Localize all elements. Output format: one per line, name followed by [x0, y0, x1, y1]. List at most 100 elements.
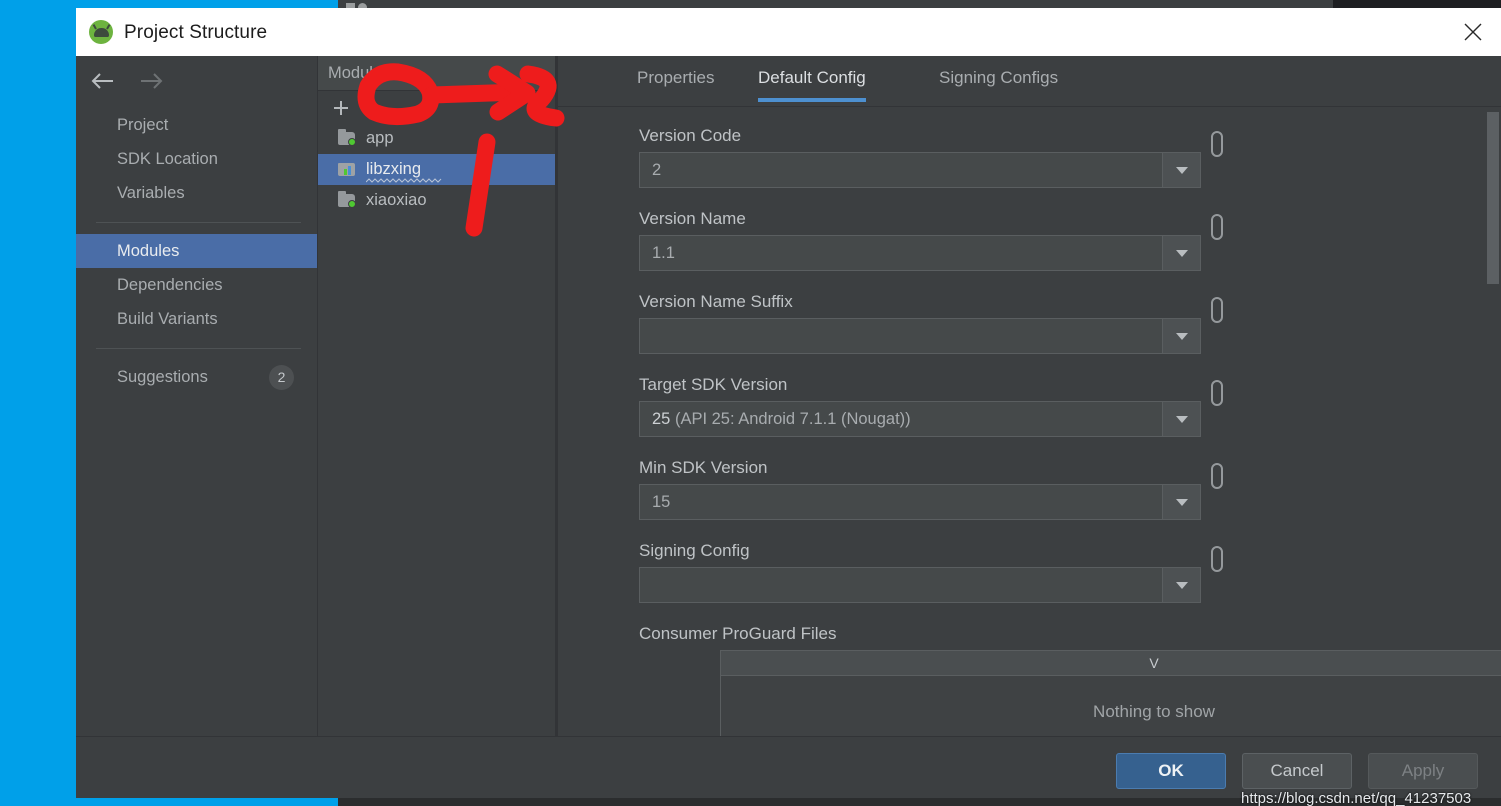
version-name-suffix-combo[interactable] [639, 318, 1201, 354]
watermark-url: https://blog.csdn.net/qq_41237503 [1241, 790, 1472, 806]
field-label: Min SDK Version [639, 458, 768, 477]
suggestions-badge: 2 [269, 364, 294, 390]
list-item[interactable]: app [318, 123, 555, 154]
field-label: Version Name Suffix [639, 292, 793, 311]
field-value-highlight: 25 [652, 409, 671, 428]
min-sdk-combo[interactable]: 15 [639, 484, 1201, 520]
sidebar-item-suggestions[interactable]: Suggestions 2 [76, 360, 318, 394]
variable-braces-icon[interactable] [1211, 463, 1223, 489]
sidebar-item-label: Suggestions [117, 367, 208, 386]
proguard-files-table-wrap: V Nothing to show [720, 650, 1501, 736]
sidebar-item-label: Project [117, 115, 169, 134]
variable-braces-icon[interactable] [1211, 131, 1223, 157]
sidebar-item-label: Modules [117, 241, 180, 260]
tab-properties[interactable]: Properties [637, 68, 714, 102]
field-value: 2 [652, 160, 662, 179]
library-module-icon [338, 161, 357, 178]
history-nav-buttons [90, 68, 164, 94]
field-version-name-suffix: Version Name Suffix [639, 292, 1223, 354]
sidebar-item-modules[interactable]: Modules [76, 234, 318, 268]
variable-braces-icon[interactable] [1211, 380, 1223, 406]
target-sdk-combo[interactable]: 25 (API 25: Android 7.1.1 (Nougat)) [639, 401, 1201, 437]
content-panel: Properties Default Config Signing Config… [558, 56, 1501, 736]
sidebar-item-variables[interactable]: Variables [76, 176, 318, 210]
sidebar-divider [96, 348, 301, 349]
dialog-titlebar: Project Structure [76, 8, 1501, 56]
tab-signing-configs[interactable]: Signing Configs [939, 68, 1058, 102]
sidebar-item-sdk-location[interactable]: SDK Location [76, 142, 318, 176]
tab-bar: Properties Default Config Signing Config… [558, 56, 1501, 106]
default-config-form: Version Code 2 Version Name 1.1 Version … [558, 107, 1501, 736]
chevron-down-icon[interactable] [1162, 485, 1200, 519]
spellcheck-squiggle-icon [366, 178, 442, 183]
field-value-rest: (API 25: Android 7.1.1 (Nougat)) [670, 409, 911, 428]
field-version-name: Version Name 1.1 [639, 209, 1223, 271]
field-label: Signing Config [639, 541, 750, 560]
list-item[interactable]: xiaoxiao [318, 185, 555, 216]
minus-icon[interactable] [366, 97, 388, 119]
sidebar-item-label: Build Variants [117, 309, 218, 328]
arrow-right-icon[interactable] [138, 68, 164, 94]
minimize-icon[interactable] [527, 65, 547, 82]
module-label: app [366, 129, 394, 147]
version-code-combo[interactable]: 2 [639, 152, 1201, 188]
dialog-footer: OK Cancel Apply https://blog.csdn.net/qq… [76, 737, 1501, 806]
field-value: 15 [652, 492, 671, 511]
modules-toolbar [318, 92, 555, 122]
variable-braces-icon[interactable] [1211, 546, 1223, 572]
sidebar-item-label: Dependencies [117, 275, 223, 294]
field-signing-config: Signing Config [639, 541, 1223, 603]
module-folder-icon [338, 129, 357, 147]
sidebar-list: Project SDK Location Variables Modules D… [76, 108, 318, 394]
project-structure-dialog: Project Structure Project SDK Location V… [76, 8, 1501, 806]
cancel-button[interactable]: Cancel [1242, 753, 1352, 789]
field-label: Version Code [639, 126, 742, 145]
close-icon[interactable] [1445, 8, 1501, 56]
sidebar-item-dependencies[interactable]: Dependencies [76, 268, 318, 302]
chevron-down-icon[interactable] [1162, 153, 1200, 187]
android-studio-icon [89, 20, 113, 44]
modules-panel: Modules app libzxing xiaoxiao [318, 56, 555, 736]
field-label: Version Name [639, 209, 746, 228]
field-label: Target SDK Version [639, 375, 788, 394]
modules-panel-header: Modules [318, 56, 555, 91]
desktop-background [0, 0, 76, 806]
field-value: 25 (API 25: Android 7.1.1 (Nougat)) [640, 410, 911, 429]
table-empty-message: Nothing to show [1093, 702, 1215, 721]
arrow-left-icon[interactable] [90, 68, 116, 94]
variable-braces-icon[interactable] [1211, 214, 1223, 240]
plus-icon[interactable] [330, 97, 352, 119]
chevron-down-icon[interactable] [1162, 402, 1200, 436]
signing-config-combo[interactable] [639, 567, 1201, 603]
settings-sidebar: Project SDK Location Variables Modules D… [76, 56, 318, 736]
ok-button[interactable]: OK [1116, 753, 1226, 789]
chevron-down-icon[interactable] [1162, 319, 1200, 353]
sidebar-item-project[interactable]: Project [76, 108, 318, 142]
scrollbar-thumb[interactable] [1487, 112, 1499, 284]
modules-panel-title: Modules [328, 64, 391, 82]
field-label: Consumer ProGuard Files [639, 624, 837, 643]
taskbar-highlight [76, 798, 338, 806]
list-item[interactable]: libzxing [318, 154, 555, 185]
variable-braces-icon[interactable] [1211, 297, 1223, 323]
dialog-title: Project Structure [124, 22, 268, 43]
module-label: libzxing [366, 160, 422, 178]
tab-default-config[interactable]: Default Config [758, 68, 866, 102]
version-name-combo[interactable]: 1.1 [639, 235, 1201, 271]
screen: Project Structure Project SDK Location V… [0, 0, 1501, 806]
field-target-sdk-version: Target SDK Version 25 (API 25: Android 7… [639, 375, 1223, 437]
table-column-header[interactable]: V [721, 651, 1501, 676]
proguard-files-table: V Nothing to show [720, 650, 1501, 736]
chevron-down-icon[interactable] [1162, 568, 1200, 602]
sidebar-divider [96, 222, 301, 223]
sidebar-item-label: Variables [117, 183, 185, 202]
sidebar-item-label: SDK Location [117, 149, 218, 168]
apply-button: Apply [1368, 753, 1478, 789]
field-version-code: Version Code 2 [639, 126, 1223, 188]
field-consumer-proguard-files: Consumer ProGuard Files V Nothing to sho… [639, 624, 1501, 736]
content-scrollbar[interactable] [1487, 112, 1499, 732]
field-min-sdk-version: Min SDK Version 15 [639, 458, 1223, 520]
sidebar-item-build-variants[interactable]: Build Variants [76, 302, 318, 336]
chevron-down-icon[interactable] [1162, 236, 1200, 270]
modules-list: app libzxing xiaoxiao [318, 123, 555, 216]
